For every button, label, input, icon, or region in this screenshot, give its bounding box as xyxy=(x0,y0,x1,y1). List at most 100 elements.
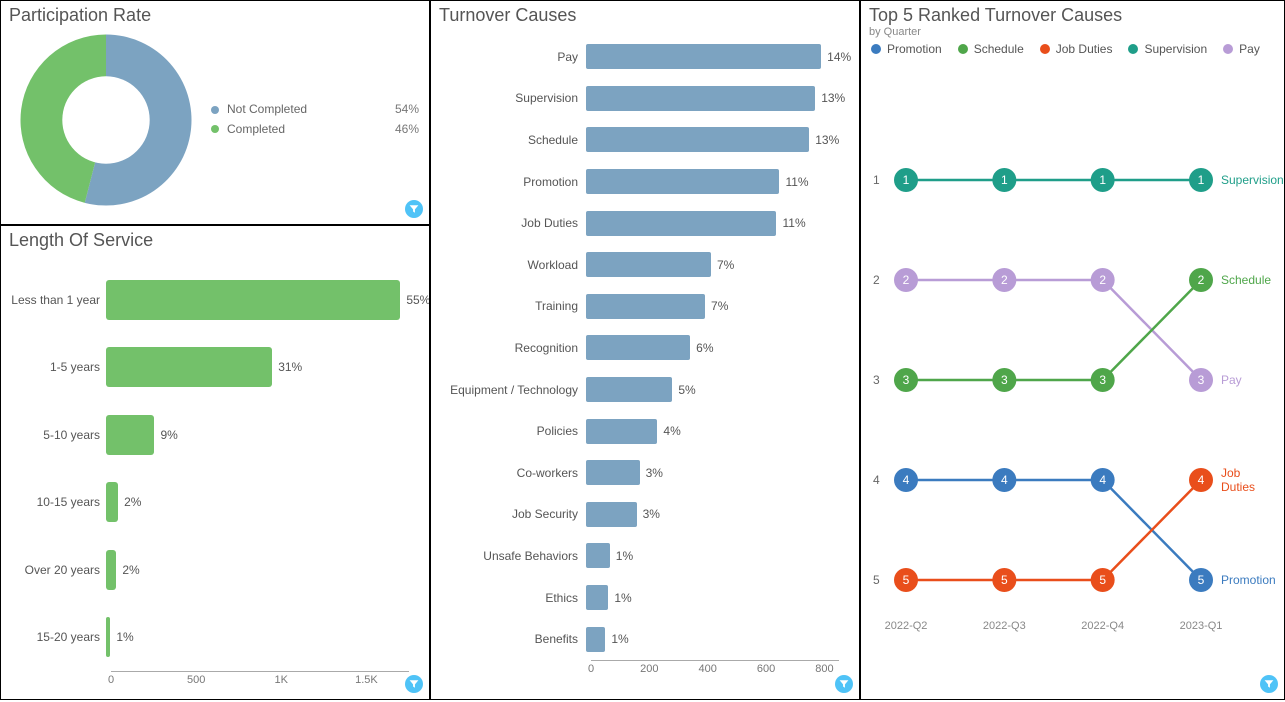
legend-value: 54% xyxy=(395,100,419,119)
turnover-value-label: 11% xyxy=(782,216,805,230)
bump-legend: Promotion Schedule Job Duties Supervision Pa… xyxy=(861,38,1284,60)
filter-icon[interactable] xyxy=(405,675,423,693)
turnover-row: Co-workers3% xyxy=(441,457,839,489)
turnover-bar-area: 7% xyxy=(586,294,839,319)
turnover-bar[interactable] xyxy=(586,377,672,402)
turnover-value-label: 6% xyxy=(696,341,713,355)
bump-node-label: 2 xyxy=(1099,273,1106,287)
turnover-category-label: Benefits xyxy=(441,632,586,646)
panel-ranked-causes: Top 5 Ranked Turnover Causes by Quarter … xyxy=(860,0,1285,700)
turnover-row: Equipment / Technology5% xyxy=(441,374,839,406)
los-bar-area: 2% xyxy=(106,482,409,522)
los-bar-area: 31% xyxy=(106,347,409,387)
bump-node-label: 3 xyxy=(1001,373,1008,387)
legend-item[interactable]: Supervision xyxy=(1128,42,1207,56)
turnover-bar-area: 14% xyxy=(586,44,839,69)
bump-line[interactable] xyxy=(906,280,1201,380)
los-row: 5-10 years9% xyxy=(11,409,409,461)
turnover-row: Unsafe Behaviors1% xyxy=(441,540,839,572)
los-bar[interactable] xyxy=(106,617,110,657)
bump-node-label: 4 xyxy=(903,473,910,487)
turnover-bar[interactable] xyxy=(586,127,809,152)
donut-svg xyxy=(11,25,201,215)
turnover-bar[interactable] xyxy=(586,627,605,652)
los-row: 1-5 years31% xyxy=(11,341,409,393)
legend-label: Promotion xyxy=(887,42,942,56)
turnover-bar[interactable] xyxy=(586,585,608,610)
axis-tick: 500 xyxy=(187,674,205,686)
los-row: 15-20 years1% xyxy=(11,611,409,663)
los-bar[interactable] xyxy=(106,415,154,455)
turnover-row: Job Duties11% xyxy=(441,207,839,239)
turnover-bar[interactable] xyxy=(586,543,610,568)
legend-label: Job Duties xyxy=(1056,42,1113,56)
turnover-bar-area: 11% xyxy=(586,211,839,236)
los-category-label: Over 20 years xyxy=(11,563,106,577)
turnover-bar[interactable] xyxy=(586,502,637,527)
bump-node-label: 1 xyxy=(1099,173,1106,187)
turnover-row: Schedule13% xyxy=(441,124,839,156)
turnover-row: Ethics 1% xyxy=(441,582,839,614)
series-end-label: Schedule xyxy=(1221,273,1271,287)
turnover-bar[interactable] xyxy=(586,294,705,319)
rank-axis-label: 4 xyxy=(873,473,880,487)
panel-title: Top 5 Ranked Turnover Causes xyxy=(861,1,1284,26)
rank-axis-label: 2 xyxy=(873,273,880,287)
los-row: Less than 1 year55% xyxy=(11,274,409,326)
turnover-category-label: Schedule xyxy=(441,133,586,147)
turnover-category-label: Promotion xyxy=(441,175,586,189)
axis-tick: 400 xyxy=(699,663,717,675)
los-bar[interactable] xyxy=(106,482,118,522)
filter-icon[interactable] xyxy=(405,200,423,218)
los-value-label: 55% xyxy=(406,293,430,307)
turnover-bar[interactable] xyxy=(586,86,815,111)
bump-node-label: 5 xyxy=(903,573,910,587)
legend-row[interactable]: Completed46% xyxy=(211,120,419,139)
los-bar-area: 55% xyxy=(106,280,409,320)
x-axis-label: 2022-Q2 xyxy=(885,620,928,632)
los-bar[interactable] xyxy=(106,550,116,590)
bump-line[interactable] xyxy=(906,480,1201,580)
bump-line[interactable] xyxy=(906,480,1201,580)
turnover-bar[interactable] xyxy=(586,169,779,194)
turnover-bar[interactable] xyxy=(586,335,690,360)
filter-icon[interactable] xyxy=(835,675,853,693)
turnover-bar[interactable] xyxy=(586,460,640,485)
series-end-label: Promotion xyxy=(1221,573,1276,587)
turnover-category-label: Ethics xyxy=(441,591,586,605)
turnover-value-label: 1% xyxy=(614,591,631,605)
axis-tick: 200 xyxy=(640,663,658,675)
legend-dot-icon xyxy=(871,44,881,54)
axis-tick: 1K xyxy=(275,674,288,686)
legend-label: Completed xyxy=(227,120,395,139)
turnover-bar[interactable] xyxy=(586,211,776,236)
bump-node-label: 3 xyxy=(1099,373,1106,387)
turnover-bar-area: 1% xyxy=(586,627,839,652)
turnover-bar[interactable] xyxy=(586,419,657,444)
legend-item[interactable]: Schedule xyxy=(958,42,1024,56)
bump-line[interactable] xyxy=(906,280,1201,380)
legend-dot-icon xyxy=(1223,44,1233,54)
panel-turnover-causes: Turnover Causes Pay14%Supervision13%Sche… xyxy=(430,0,860,700)
panel-title: Turnover Causes xyxy=(431,1,859,26)
x-axis-label: 2022-Q3 xyxy=(983,620,1026,632)
legend-label: Pay xyxy=(1239,42,1260,56)
los-category-label: 5-10 years xyxy=(11,428,106,442)
bump-node-label: 3 xyxy=(1198,373,1205,387)
los-bar[interactable] xyxy=(106,280,400,320)
turnover-bar[interactable] xyxy=(586,44,821,69)
turnover-bar[interactable] xyxy=(586,252,711,277)
los-category-label: Less than 1 year xyxy=(11,293,106,307)
filter-icon[interactable] xyxy=(1260,675,1278,693)
panel-subtitle: by Quarter xyxy=(861,26,1284,38)
legend-item[interactable]: Promotion xyxy=(871,42,942,56)
bump-node-label: 3 xyxy=(903,373,910,387)
turnover-value-label: 14% xyxy=(827,50,851,64)
legend-item[interactable]: Pay xyxy=(1223,42,1260,56)
los-bar[interactable] xyxy=(106,347,272,387)
legend-item[interactable]: Job Duties xyxy=(1040,42,1113,56)
rank-axis-label: 5 xyxy=(873,573,880,587)
legend-label: Schedule xyxy=(974,42,1024,56)
legend-label: Not Completed xyxy=(227,100,395,119)
legend-row[interactable]: Not Completed54% xyxy=(211,100,419,119)
